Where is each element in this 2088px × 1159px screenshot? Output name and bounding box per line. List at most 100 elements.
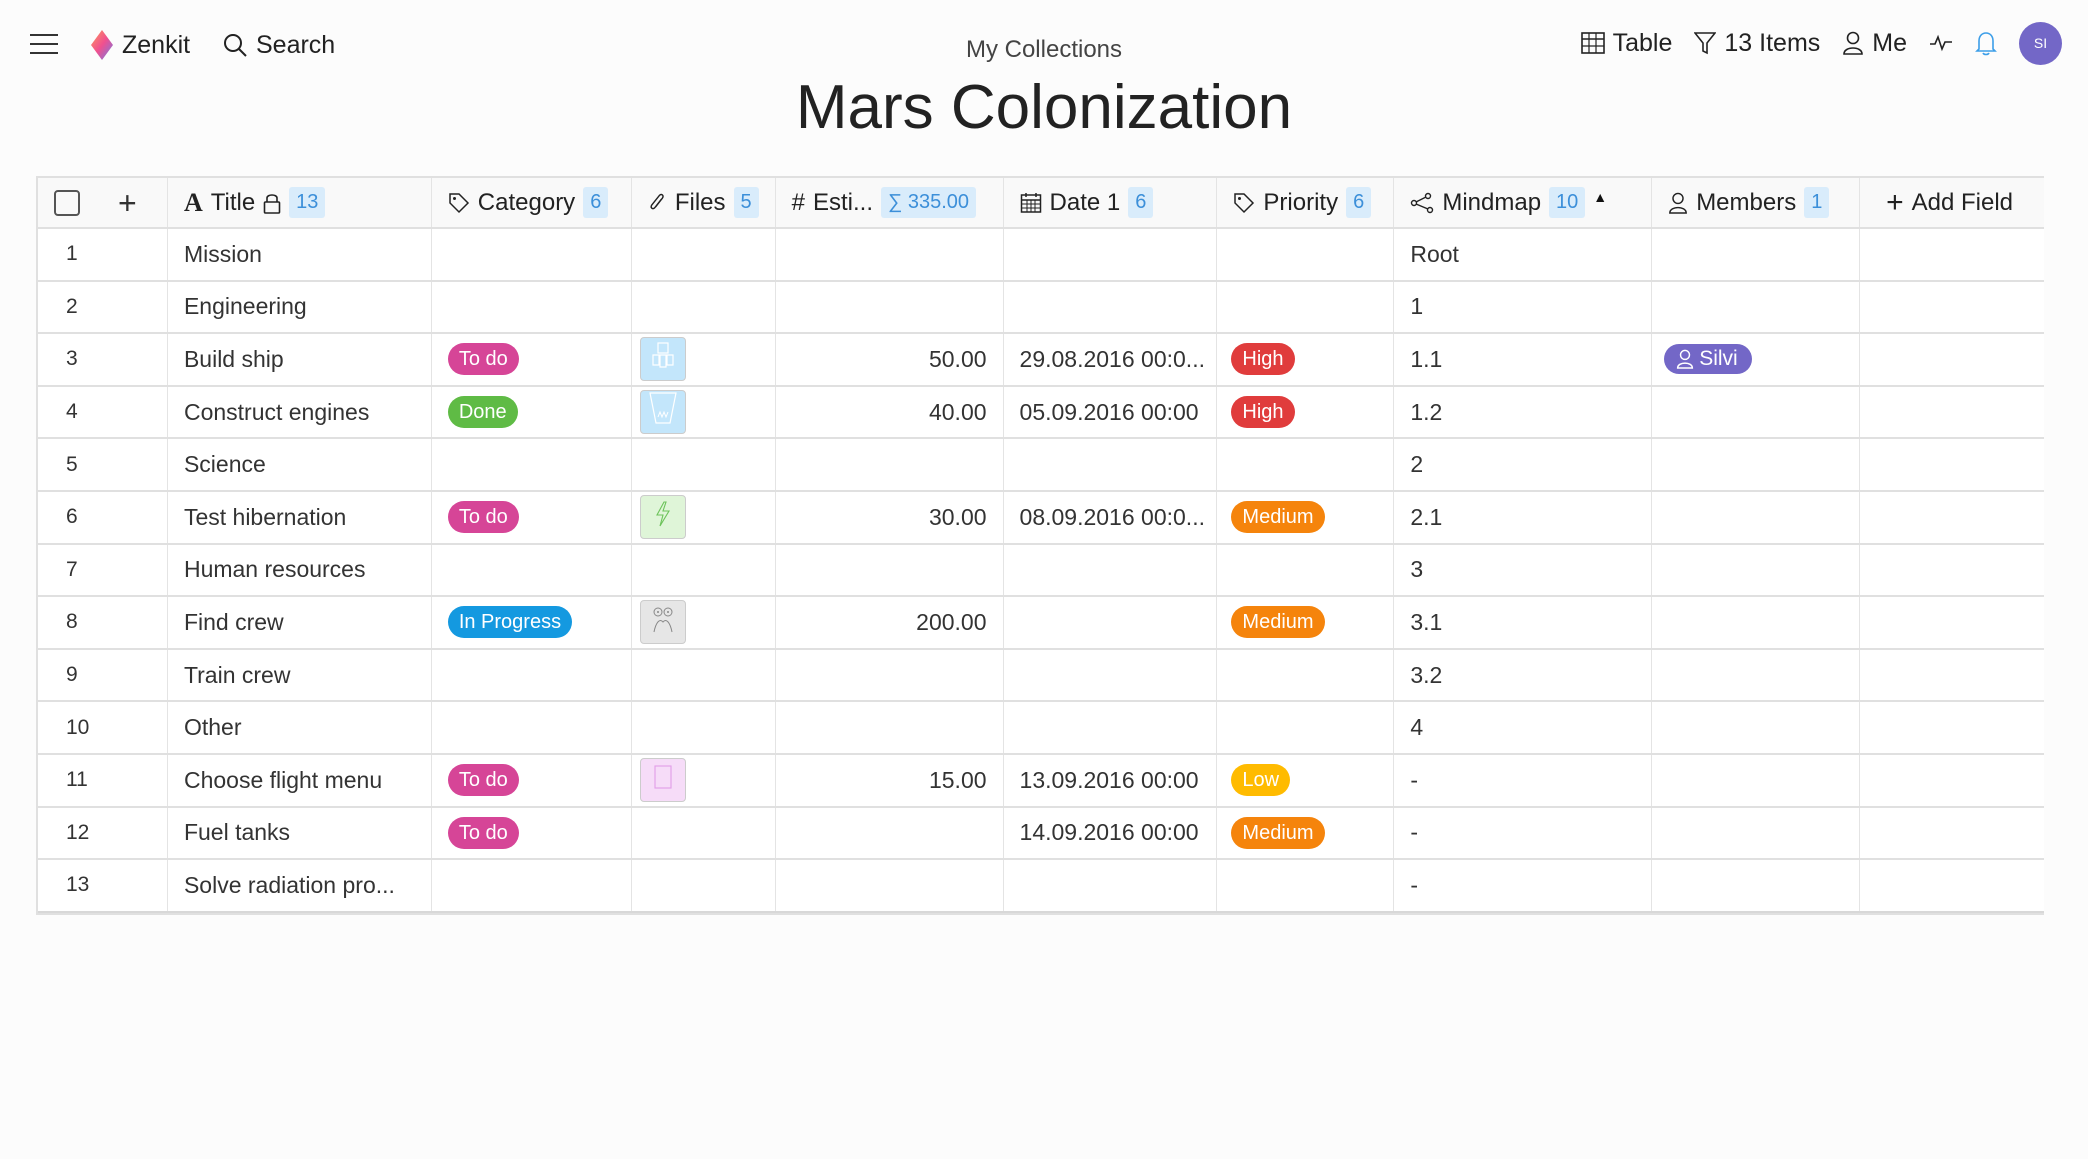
priority-cell[interactable] bbox=[1217, 544, 1395, 596]
category-cell[interactable]: Done bbox=[432, 386, 632, 438]
priority-cell[interactable] bbox=[1217, 229, 1395, 280]
header-priority[interactable]: Priority 6 bbox=[1217, 178, 1395, 227]
members-cell[interactable] bbox=[1652, 281, 1861, 333]
title-cell[interactable]: Solve radiation pro... bbox=[168, 860, 432, 911]
select-all-checkbox[interactable] bbox=[54, 189, 80, 216]
file-ship-thumbnail[interactable] bbox=[639, 337, 686, 382]
header-members[interactable]: Members 1 bbox=[1652, 178, 1861, 227]
file-lightning-thumbnail[interactable] bbox=[639, 495, 686, 540]
title-cell[interactable]: Construct engines bbox=[168, 386, 432, 438]
table-row[interactable]: 10 Other 4 bbox=[38, 702, 2044, 755]
date-cell[interactable] bbox=[1004, 229, 1218, 280]
mindmap-cell[interactable]: 3 bbox=[1394, 544, 1653, 596]
mindmap-cell[interactable]: - bbox=[1394, 860, 1653, 911]
estimate-cell[interactable]: 200.00 bbox=[776, 597, 1004, 648]
header-files[interactable]: Files 5 bbox=[632, 178, 776, 227]
estimate-cell[interactable] bbox=[776, 229, 1004, 280]
category-cell[interactable]: To do bbox=[432, 807, 632, 859]
file-engine-thumbnail[interactable] bbox=[639, 390, 686, 435]
files-cell[interactable] bbox=[632, 702, 776, 753]
files-cell[interactable] bbox=[632, 439, 776, 490]
priority-cell[interactable] bbox=[1217, 281, 1395, 333]
estimate-cell[interactable] bbox=[776, 439, 1004, 490]
files-cell[interactable] bbox=[632, 860, 776, 911]
date-cell[interactable]: 08.09.2016 00:0... bbox=[1004, 491, 1218, 543]
priority-cell[interactable] bbox=[1217, 649, 1395, 701]
date-cell[interactable]: 29.08.2016 00:0... bbox=[1004, 334, 1218, 385]
member-chip[interactable]: Silvi bbox=[1664, 344, 1752, 375]
file-alien-thumbnail[interactable] bbox=[639, 600, 686, 645]
files-cell[interactable] bbox=[632, 491, 776, 543]
category-cell[interactable] bbox=[432, 544, 632, 596]
title-cell[interactable]: Human resources bbox=[168, 544, 432, 596]
notifications-button[interactable] bbox=[1975, 30, 1997, 56]
members-cell[interactable] bbox=[1652, 860, 1861, 911]
members-cell[interactable] bbox=[1652, 386, 1861, 438]
members-cell[interactable] bbox=[1652, 491, 1861, 543]
files-cell[interactable] bbox=[632, 807, 776, 859]
date-cell[interactable] bbox=[1004, 439, 1218, 490]
mindmap-cell[interactable]: 1 bbox=[1394, 281, 1653, 333]
estimate-cell[interactable]: 15.00 bbox=[776, 754, 1004, 806]
estimate-cell[interactable] bbox=[776, 860, 1004, 911]
files-cell[interactable] bbox=[632, 597, 776, 648]
header-title[interactable]: A Title 13 bbox=[168, 178, 432, 227]
category-cell[interactable]: To do bbox=[432, 334, 632, 385]
title-cell[interactable]: Build ship bbox=[168, 334, 432, 385]
mindmap-cell[interactable]: 4 bbox=[1394, 702, 1653, 753]
estimate-cell[interactable] bbox=[776, 544, 1004, 596]
header-category[interactable]: Category 6 bbox=[432, 178, 632, 227]
mindmap-cell[interactable]: - bbox=[1394, 807, 1653, 859]
title-cell[interactable]: Find crew bbox=[168, 597, 432, 648]
date-cell[interactable] bbox=[1004, 597, 1218, 648]
table-row[interactable]: 11 Choose flight menu To do 15.00 13.09.2016… bbox=[38, 754, 2044, 808]
members-cell[interactable] bbox=[1652, 597, 1861, 648]
title-cell[interactable]: Fuel tanks bbox=[168, 807, 432, 859]
view-switcher-button[interactable]: Table bbox=[1580, 29, 1672, 58]
members-cell[interactable] bbox=[1652, 229, 1861, 280]
add-field-button[interactable]: + Add Field bbox=[1860, 178, 2044, 227]
table-row[interactable]: 1 Mission Root bbox=[38, 229, 2044, 282]
header-estimate[interactable]: # Esti... ∑ 335.00 bbox=[776, 178, 1004, 227]
me-filter-button[interactable]: Me bbox=[1842, 29, 1907, 58]
estimate-cell[interactable]: 50.00 bbox=[776, 334, 1004, 385]
priority-cell[interactable] bbox=[1217, 439, 1395, 490]
title-cell[interactable]: Other bbox=[168, 702, 432, 753]
date-cell[interactable] bbox=[1004, 649, 1218, 701]
title-cell[interactable]: Train crew bbox=[168, 649, 432, 701]
title-cell[interactable]: Choose flight menu bbox=[168, 754, 432, 806]
estimate-cell[interactable] bbox=[776, 807, 1004, 859]
mindmap-cell[interactable]: 2 bbox=[1394, 439, 1653, 490]
priority-cell[interactable]: High bbox=[1217, 386, 1395, 438]
category-cell[interactable] bbox=[432, 439, 632, 490]
estimate-cell[interactable] bbox=[776, 281, 1004, 333]
estimate-cell[interactable]: 30.00 bbox=[776, 491, 1004, 543]
files-cell[interactable] bbox=[632, 754, 776, 806]
title-cell[interactable]: Engineering bbox=[168, 281, 432, 333]
category-cell[interactable] bbox=[432, 860, 632, 911]
files-cell[interactable] bbox=[632, 281, 776, 333]
title-cell[interactable]: Mission bbox=[168, 229, 432, 280]
date-cell[interactable]: 05.09.2016 00:00 bbox=[1004, 386, 1218, 438]
category-cell[interactable] bbox=[432, 702, 632, 753]
table-row[interactable]: 2 Engineering 1 bbox=[38, 281, 2044, 335]
add-entry-icon[interactable]: + bbox=[118, 187, 137, 219]
priority-cell[interactable]: Medium bbox=[1217, 807, 1395, 859]
priority-cell[interactable] bbox=[1217, 702, 1395, 753]
estimate-cell[interactable]: 40.00 bbox=[776, 386, 1004, 438]
category-cell[interactable] bbox=[432, 649, 632, 701]
header-date[interactable]: Date 1 6 bbox=[1004, 178, 1218, 227]
members-cell[interactable] bbox=[1652, 649, 1861, 701]
members-cell[interactable] bbox=[1652, 439, 1861, 490]
title-cell[interactable]: Science bbox=[168, 439, 432, 490]
date-cell[interactable] bbox=[1004, 544, 1218, 596]
category-cell[interactable]: To do bbox=[432, 491, 632, 543]
file-menu-thumbnail[interactable] bbox=[639, 758, 686, 803]
filter-button[interactable]: 13 Items bbox=[1694, 29, 1820, 58]
files-cell[interactable] bbox=[632, 544, 776, 596]
table-row[interactable]: 9 Train crew 3.2 bbox=[38, 649, 2044, 703]
table-row[interactable]: 8 Find crew In Progress 200.00 Medium 3.1 bbox=[38, 597, 2044, 650]
members-cell[interactable] bbox=[1652, 754, 1861, 806]
user-avatar[interactable]: SI bbox=[2019, 21, 2062, 65]
priority-cell[interactable]: Medium bbox=[1217, 597, 1395, 648]
